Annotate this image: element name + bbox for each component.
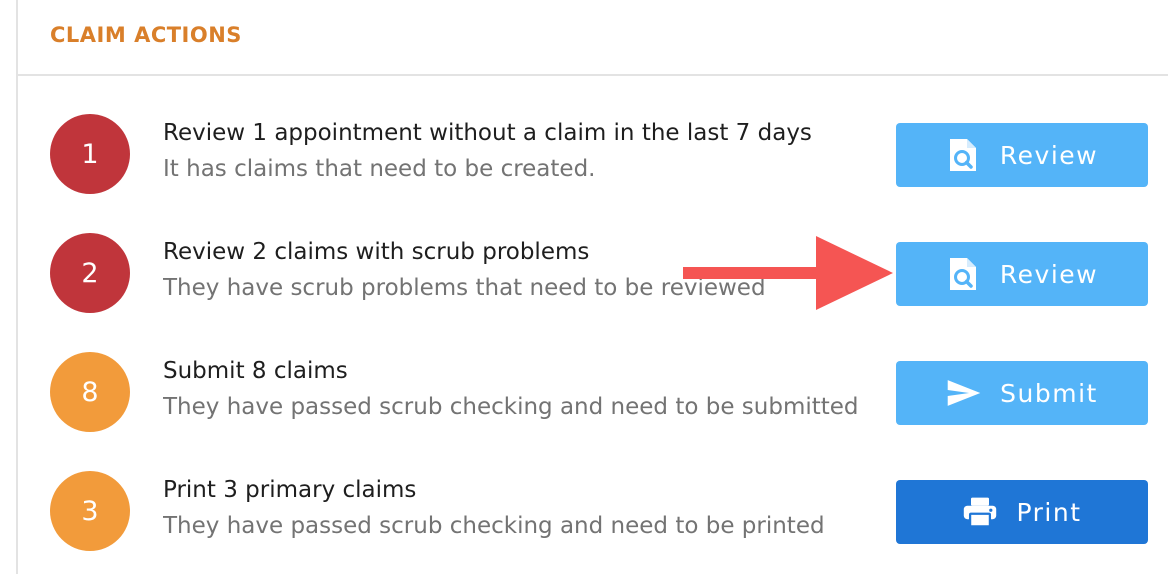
action-count-badge: 3 <box>50 471 130 551</box>
action-title: Print 3 primary claims <box>163 477 417 503</box>
printer-icon <box>962 494 998 530</box>
submit-claims-button[interactable]: Submit <box>896 361 1148 425</box>
button-label: Submit <box>1000 378 1098 408</box>
action-text: Submit 8 claims They have passed scrub c… <box>163 354 863 426</box>
annotation-arrow-icon <box>683 236 893 310</box>
send-icon <box>946 375 982 411</box>
action-text: Print 3 primary claims They have passed … <box>163 473 863 545</box>
action-count-badge: 2 <box>50 233 130 313</box>
print-claims-button[interactable]: Print <box>896 480 1148 544</box>
claim-actions-panel: CLAIM ACTIONS 1 Review 1 appointment wit… <box>16 0 1168 574</box>
document-search-icon <box>946 137 982 173</box>
review-scrub-problems-button[interactable]: Review <box>896 242 1148 306</box>
claim-action-row: 1 Review 1 appointment without a claim i… <box>18 114 1168 194</box>
action-count-badge: 1 <box>50 114 130 194</box>
panel-title: CLAIM ACTIONS <box>50 23 242 47</box>
action-subtitle: It has claims that need to be created. <box>163 156 596 182</box>
action-subtitle: They have passed scrub checking and need… <box>163 513 825 539</box>
claim-action-row: 3 Print 3 primary claims They have passe… <box>18 471 1168 551</box>
action-title: Review 1 appointment without a claim in … <box>163 120 812 146</box>
claim-action-row: 8 Submit 8 claims They have passed scrub… <box>18 352 1168 432</box>
button-label: Print <box>1016 497 1082 527</box>
button-label: Review <box>999 259 1099 289</box>
action-subtitle: They have passed scrub checking and need… <box>163 394 859 420</box>
action-count-badge: 8 <box>50 352 130 432</box>
panel-header: CLAIM ACTIONS <box>18 0 1168 76</box>
claim-action-row: 2 Review 2 claims with scrub problems Th… <box>18 233 1168 313</box>
action-text: Review 1 appointment without a claim in … <box>163 116 863 188</box>
button-label: Review <box>999 140 1099 170</box>
action-title: Submit 8 claims <box>163 358 348 384</box>
review-appointments-button[interactable]: Review <box>896 123 1148 187</box>
document-search-icon <box>946 256 982 292</box>
